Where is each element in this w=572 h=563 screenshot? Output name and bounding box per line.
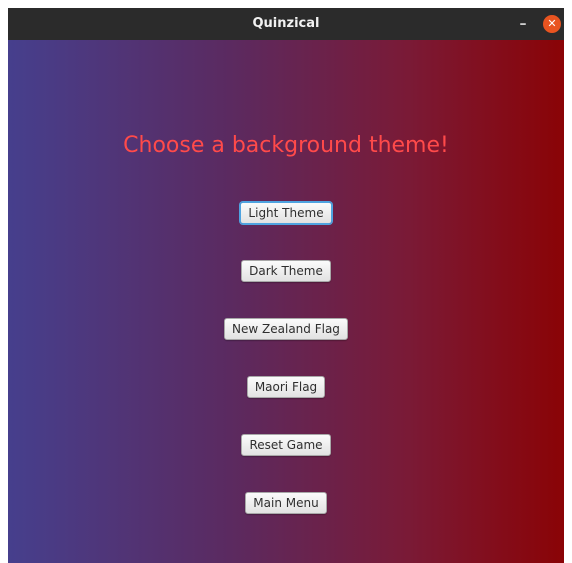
minimize-icon: – bbox=[519, 16, 527, 32]
reset-game-button[interactable]: Reset Game bbox=[241, 434, 331, 456]
dark-theme-button[interactable]: Dark Theme bbox=[241, 260, 331, 282]
light-theme-button[interactable]: Light Theme bbox=[240, 202, 332, 224]
app-window: Quinzical – ✕ Choose a background theme!… bbox=[8, 8, 564, 563]
minimize-button[interactable]: – bbox=[514, 14, 532, 34]
title-bar[interactable]: Quinzical – ✕ bbox=[8, 8, 564, 40]
close-icon: ✕ bbox=[547, 17, 557, 30]
new-zealand-flag-button[interactable]: New Zealand Flag bbox=[224, 318, 348, 340]
maori-flag-button[interactable]: Maori Flag bbox=[246, 376, 326, 398]
window-title: Quinzical bbox=[252, 16, 320, 31]
close-button[interactable]: ✕ bbox=[543, 15, 561, 33]
main-menu-button[interactable]: Main Menu bbox=[245, 492, 327, 514]
theme-selection-panel: Choose a background theme! Light Theme D… bbox=[8, 40, 564, 563]
page-heading: Choose a background theme! bbox=[123, 133, 449, 158]
